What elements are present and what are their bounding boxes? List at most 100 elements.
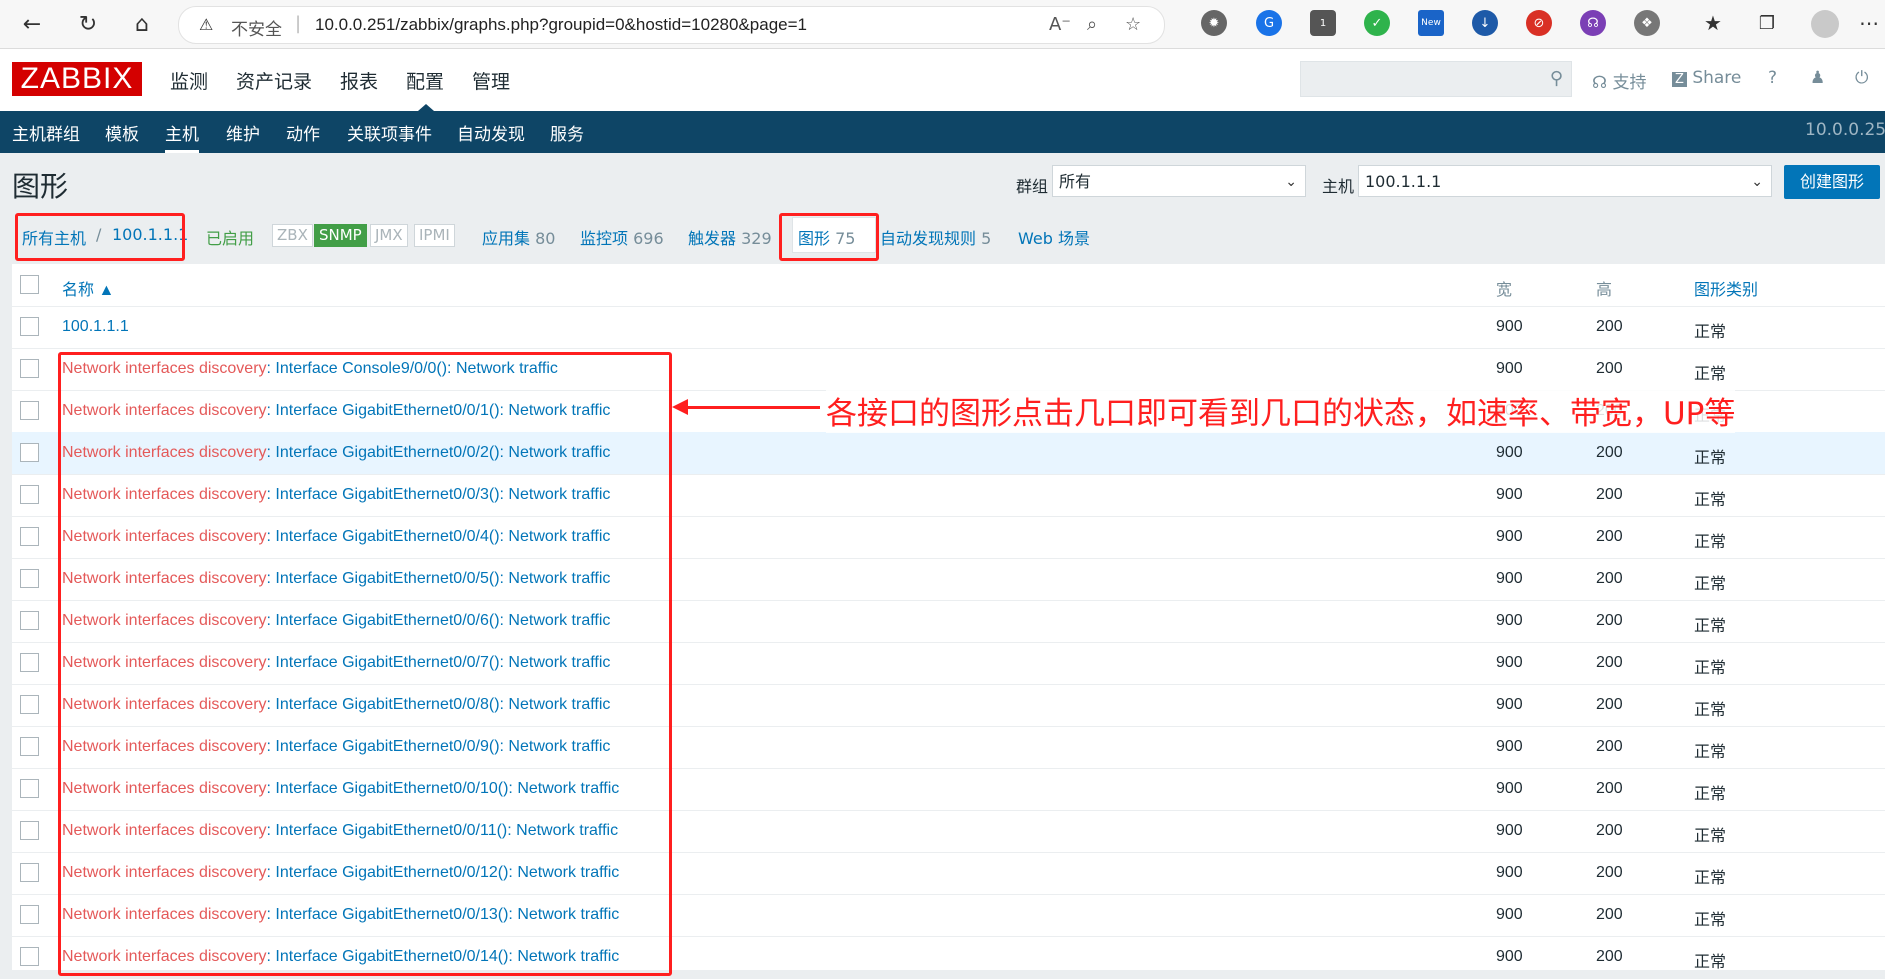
group-select[interactable]: 所有 ⌄ xyxy=(1052,165,1306,197)
table-row: 100.1.1.1 900 200 正常 xyxy=(12,306,1885,349)
row-checkbox[interactable] xyxy=(20,317,39,336)
graph-type: 正常 xyxy=(1694,618,1727,635)
url-text[interactable]: 10.0.0.251/zabbix/graphs.php?groupid=0&h… xyxy=(315,15,807,35)
subnav-host-groups[interactable]: 主机群组 xyxy=(12,120,80,145)
collections-icon[interactable]: ❐ xyxy=(1754,10,1780,36)
chevron-down-icon: ⌄ xyxy=(1751,174,1763,190)
column-width: 宽 xyxy=(1496,282,1513,299)
row-checkbox[interactable] xyxy=(20,779,39,798)
subnav-hosts[interactable]: 主机 xyxy=(165,120,199,153)
group-label: 群组 xyxy=(1016,177,1049,196)
create-graph-button[interactable]: 创建图形 xyxy=(1784,165,1880,199)
graph-width: 900 xyxy=(1496,948,1523,965)
home-icon[interactable]: ⌂ xyxy=(126,8,158,40)
tab-web-scenarios[interactable]: Web 场景 xyxy=(1018,225,1090,249)
row-checkbox[interactable] xyxy=(20,737,39,756)
annotation-box-graphs-tab xyxy=(779,213,879,261)
graph-height: 200 xyxy=(1596,864,1623,881)
server-ip: 10.0.0.251 xyxy=(1805,120,1885,140)
row-checkbox[interactable] xyxy=(20,863,39,882)
headphones-icon[interactable]: ☊ xyxy=(1580,10,1606,36)
tab-applications[interactable]: 应用集 80 xyxy=(482,225,555,249)
row-checkbox[interactable] xyxy=(20,695,39,714)
menu-inventory[interactable]: 资产记录 xyxy=(236,67,312,94)
graph-type: 正常 xyxy=(1694,870,1727,887)
user-icon[interactable]: ♟ xyxy=(1810,68,1825,88)
host-value: 100.1.1.1 xyxy=(1365,172,1442,191)
row-checkbox[interactable] xyxy=(20,359,39,378)
back-icon[interactable]: ← xyxy=(16,8,48,40)
logout-icon[interactable]: ⏻ xyxy=(1855,68,1868,88)
read-aloud-icon[interactable]: A⁻ xyxy=(1049,14,1071,35)
protocol-ipmi: IPMI xyxy=(414,224,455,247)
graph-name-cell: 100.1.1.1 xyxy=(62,318,129,336)
graph-width: 900 xyxy=(1496,486,1523,503)
extension-icon[interactable]: ✹ xyxy=(1201,10,1227,36)
menu-administration[interactable]: 管理 xyxy=(472,67,510,94)
graph-height: 200 xyxy=(1596,528,1623,545)
block-icon[interactable]: ⊘ xyxy=(1526,10,1552,36)
help-link[interactable]: ? xyxy=(1768,68,1777,88)
column-name[interactable]: 名称 ▲ xyxy=(62,276,114,300)
share-link[interactable]: Z Share xyxy=(1672,68,1741,88)
menu-reports[interactable]: 报表 xyxy=(340,67,378,94)
new-extension-icon[interactable]: New xyxy=(1418,10,1444,36)
support-link[interactable]: ☊ 支持 xyxy=(1592,68,1647,93)
page-title: 图形 xyxy=(12,170,69,203)
row-checkbox[interactable] xyxy=(20,821,39,840)
row-checkbox[interactable] xyxy=(20,947,39,966)
subnav-correlation[interactable]: 关联项事件 xyxy=(347,120,432,145)
graph-type: 正常 xyxy=(1694,450,1727,467)
row-checkbox[interactable] xyxy=(20,569,39,588)
search-icon[interactable]: ⚲ xyxy=(1550,68,1563,89)
graph-type: 正常 xyxy=(1694,576,1727,593)
subnav-services[interactable]: 服务 xyxy=(550,120,584,145)
download-icon[interactable]: ↓ xyxy=(1472,10,1498,36)
row-checkbox[interactable] xyxy=(20,443,39,462)
graph-name-link[interactable]: 100.1.1.1 xyxy=(62,318,129,335)
graph-height: 200 xyxy=(1596,318,1623,335)
graph-width: 900 xyxy=(1496,570,1523,587)
select-all-checkbox[interactable] xyxy=(20,275,39,294)
tab-items[interactable]: 监控项 696 xyxy=(580,225,664,249)
row-checkbox[interactable] xyxy=(20,611,39,630)
shield-icon[interactable]: ✓ xyxy=(1364,10,1390,36)
column-graph-type[interactable]: 图形类别 xyxy=(1694,276,1758,300)
reload-icon[interactable]: ↻ xyxy=(72,8,104,40)
graph-type: 正常 xyxy=(1694,912,1727,929)
tab-discovery-count: 5 xyxy=(981,229,992,248)
translate-icon[interactable]: G xyxy=(1256,10,1282,36)
extension-en-icon[interactable]: 1 xyxy=(1310,10,1336,36)
subnav-actions[interactable]: 动作 xyxy=(286,120,320,145)
tab-triggers[interactable]: 触发器 329 xyxy=(688,225,772,249)
address-bar[interactable]: ⚠ 不安全 | 10.0.0.251/zabbix/graphs.php?gro… xyxy=(178,6,1165,44)
host-label: 主机 xyxy=(1322,177,1355,196)
menu-configuration[interactable]: 配置 xyxy=(406,67,444,94)
profile-avatar[interactable] xyxy=(1811,10,1839,38)
menu-monitoring[interactable]: 监测 xyxy=(170,67,208,94)
host-select[interactable]: 100.1.1.1 ⌄ xyxy=(1358,165,1772,197)
tab-discovery-rules[interactable]: 自动发现规则 5 xyxy=(880,225,991,249)
row-checkbox[interactable] xyxy=(20,905,39,924)
row-checkbox[interactable] xyxy=(20,527,39,546)
puzzle-icon[interactable]: ❖ xyxy=(1634,10,1660,36)
more-icon[interactable]: ⋯ xyxy=(1856,10,1882,36)
row-checkbox[interactable] xyxy=(20,653,39,672)
subnav-maintenance[interactable]: 维护 xyxy=(226,120,260,145)
row-checkbox[interactable] xyxy=(20,401,39,420)
warning-icon: ⚠ xyxy=(199,15,214,34)
zoom-icon[interactable]: ⌕ xyxy=(1087,14,1097,35)
graph-height: 200 xyxy=(1596,948,1623,965)
favorites-icon[interactable]: ★ xyxy=(1700,10,1726,36)
graph-type: 正常 xyxy=(1694,954,1727,971)
graph-type: 正常 xyxy=(1694,534,1727,551)
subnav-discovery[interactable]: 自动发现 xyxy=(457,120,525,145)
host-status-enabled[interactable]: 已启用 xyxy=(206,225,254,249)
favorite-add-icon[interactable]: ☆ xyxy=(1125,14,1141,35)
zabbix-logo[interactable]: ZABBIX xyxy=(12,62,142,96)
graph-width: 900 xyxy=(1496,654,1523,671)
search-input[interactable]: ⚲ xyxy=(1300,61,1572,97)
subnav-templates[interactable]: 模板 xyxy=(105,120,139,145)
graph-type: 正常 xyxy=(1694,366,1727,383)
row-checkbox[interactable] xyxy=(20,485,39,504)
